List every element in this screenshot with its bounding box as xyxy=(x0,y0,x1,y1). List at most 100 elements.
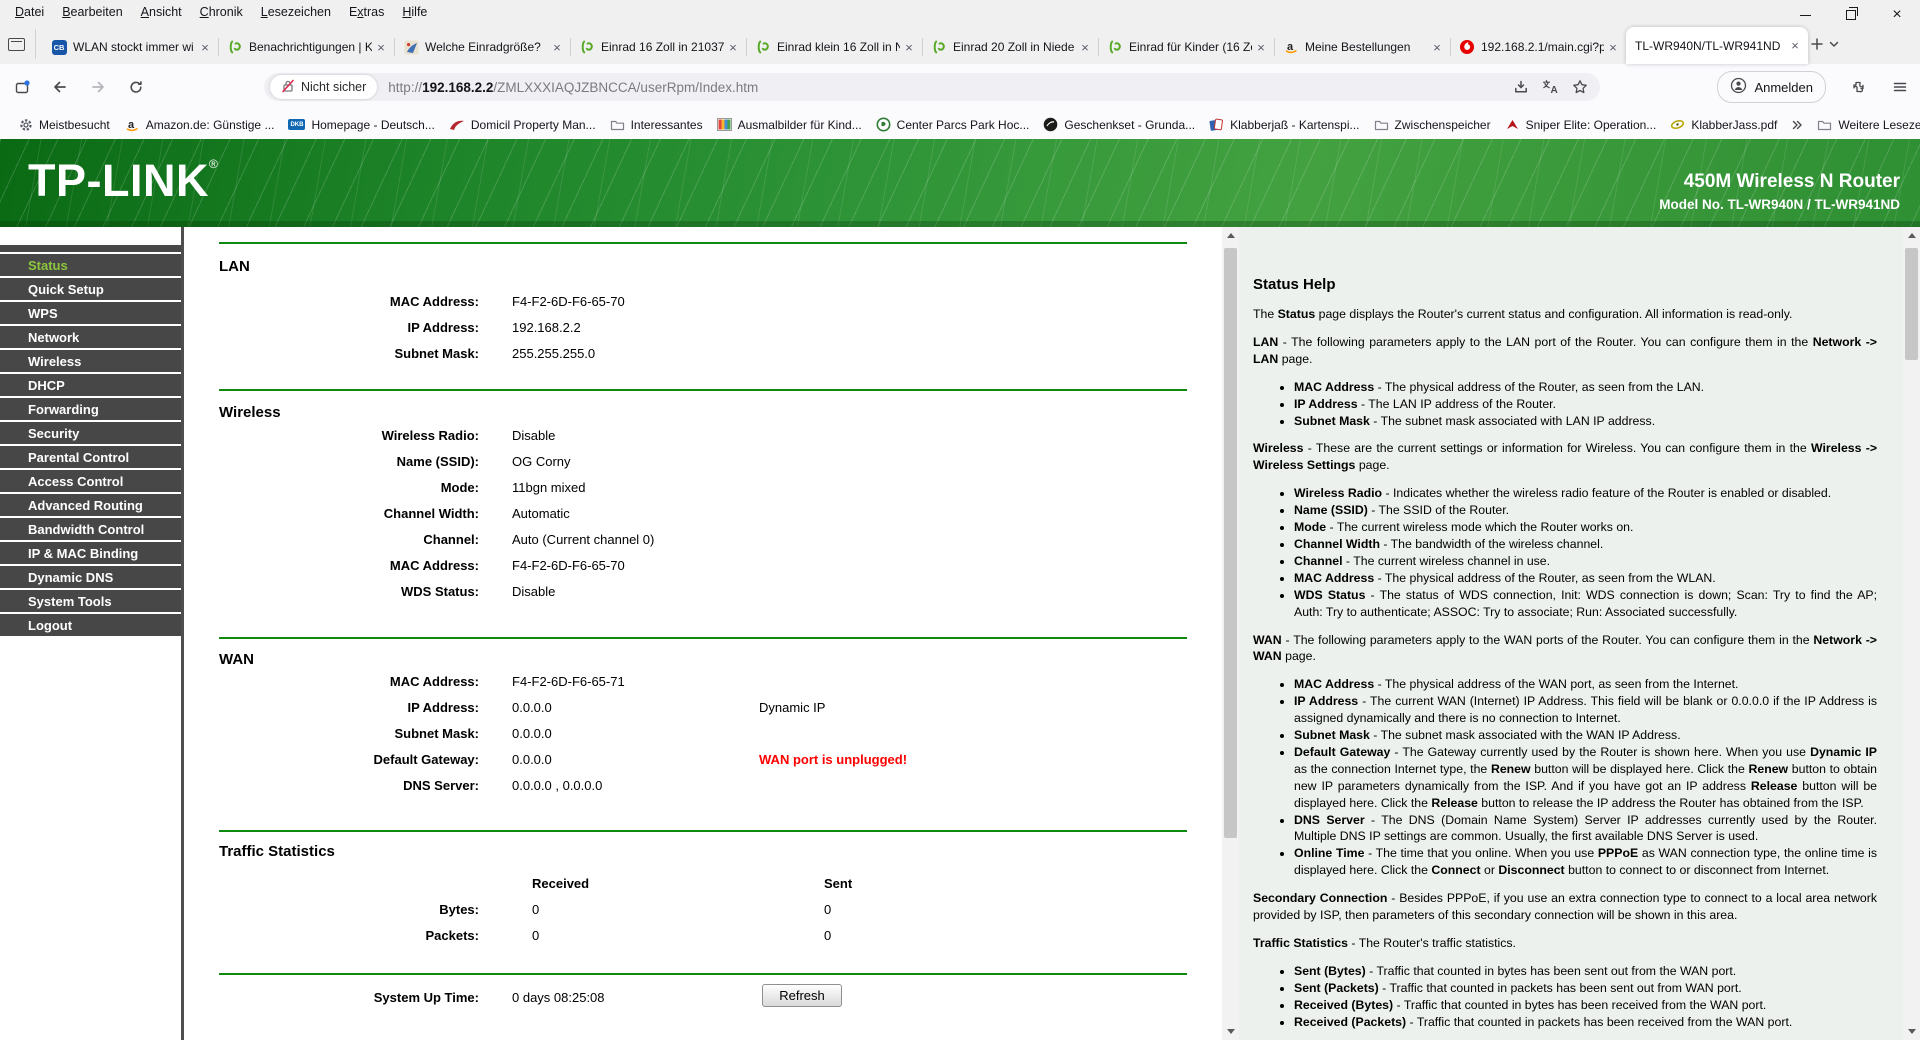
sidebar-item-wireless[interactable]: Wireless xyxy=(0,350,181,372)
list-all-tabs-button[interactable] xyxy=(1828,30,1840,58)
traffic-value-sent: 0 xyxy=(824,928,832,943)
security-chip[interactable]: Nicht sicher xyxy=(270,75,378,99)
bookmark-label: Geschenkset - Grunda... xyxy=(1064,117,1196,132)
tab-close-button[interactable]: × xyxy=(548,38,566,56)
svg-text:A: A xyxy=(1551,85,1558,95)
bookmark-homepage-deutsch[interactable]: DKB Homepage - Deutsch... xyxy=(281,115,441,135)
tab-meine-bestellungen[interactable]: a Meine Bestellungen × xyxy=(1274,30,1450,64)
menu-datei[interactable]: Datei xyxy=(6,2,53,22)
help-scrollbar[interactable] xyxy=(1903,227,1920,1040)
save-page-button[interactable] xyxy=(1513,79,1529,95)
sidebar-item-logout[interactable]: Logout xyxy=(0,614,181,636)
scrollbar-thumb[interactable] xyxy=(1224,248,1237,838)
menu-bearbeiten[interactable]: Bearbeiten xyxy=(53,2,131,22)
bookmark-star-button[interactable] xyxy=(1572,79,1588,95)
sidebar-item-ip-mac-binding[interactable]: IP & MAC Binding xyxy=(0,542,181,564)
menu-ansicht[interactable]: Ansicht xyxy=(132,2,191,22)
content-scrollbar[interactable] xyxy=(1222,227,1239,1040)
translate-button[interactable]: A xyxy=(1542,79,1559,95)
sidebar-item-wps[interactable]: WPS xyxy=(0,302,181,324)
scroll-up-button[interactable] xyxy=(1222,227,1239,244)
bookmark-interessantes[interactable]: Interessantes xyxy=(603,115,710,135)
sidebar-item-forwarding[interactable]: Forwarding xyxy=(0,398,181,420)
menu-hilfe[interactable]: Hilfe xyxy=(393,2,436,22)
tab-close-button[interactable]: × xyxy=(1428,38,1446,56)
menu-chronik[interactable]: Chronik xyxy=(191,2,252,22)
bookmark-meistbesucht[interactable]: Meistbesucht xyxy=(12,115,117,135)
field-label: MAC Address: xyxy=(389,294,479,309)
menu-extras[interactable]: Extras xyxy=(340,2,393,22)
bookmarks-overflow-button[interactable] xyxy=(1784,116,1810,134)
sidebar-item-network[interactable]: Network xyxy=(0,326,181,348)
sidebar-item-security[interactable]: Security xyxy=(0,422,181,444)
extensions-button[interactable] xyxy=(1842,71,1874,103)
sign-in-button[interactable]: Anmelden xyxy=(1717,71,1826,103)
address-bar[interactable]: Nicht sicher http://192.168.2.2/ZMLXXXIA… xyxy=(264,73,1601,101)
url-domain: 192.168.2.2 xyxy=(422,79,494,95)
translate-icon: A xyxy=(1542,79,1559,95)
refresh-button[interactable]: Refresh xyxy=(762,984,842,1007)
forward-button[interactable] xyxy=(82,71,114,103)
bookmark-center-parcs-park-hoc[interactable]: Center Parcs Park Hoc... xyxy=(869,114,1037,135)
tab-einrad-klein-16-zoll-in-n[interactable]: Einrad klein 16 Zoll in N × xyxy=(746,30,922,64)
favicon-computerbase-icon: CB xyxy=(51,39,67,55)
bookmark-klabberjass-pdf[interactable]: KlabberJass.pdf xyxy=(1663,115,1784,135)
bookmark-label: Sniper Elite: Operation... xyxy=(1525,117,1657,132)
tab-einrad-16-zoll-in-21037[interactable]: Einrad 16 Zoll in 21037 × xyxy=(570,30,746,64)
bookmark-label: Zwischenspeicher xyxy=(1394,117,1491,132)
bookmark-domicil-property-man[interactable]: Domicil Property Man... xyxy=(442,115,603,135)
minimize-button[interactable] xyxy=(1782,0,1828,30)
tab-close-button[interactable]: × xyxy=(1604,38,1622,56)
tab-close-button[interactable]: × xyxy=(1252,38,1270,56)
menu-icon xyxy=(1892,79,1908,95)
url-path: /ZMLXXXIAQJZBNCCA/userRpm/Index.htm xyxy=(493,79,759,95)
bookmark-amazon-de-g-nstige[interactable]: a Amazon.de: Günstige ... xyxy=(117,114,282,136)
tab-manager-button[interactable] xyxy=(8,29,36,59)
sidebar-item-parental-control[interactable]: Parental Control xyxy=(0,446,181,468)
restore-button[interactable] xyxy=(1828,0,1874,30)
bookmark-weitere-lesezeichen[interactable]: Weitere Lesezeichen xyxy=(1810,115,1920,135)
menu-lesezeichen[interactable]: Lesezeichen xyxy=(252,2,340,22)
tab-close-button[interactable]: × xyxy=(1076,38,1094,56)
back-button[interactable] xyxy=(44,71,76,103)
tab-close-button[interactable]: × xyxy=(372,38,390,56)
sidebar-item-system-tools[interactable]: System Tools xyxy=(0,590,181,612)
scrollbar-thumb[interactable] xyxy=(1905,248,1918,360)
sidebar: Status Quick Setup WPS Network Wireless DHCP F… xyxy=(0,227,184,1040)
close-button[interactable]: × xyxy=(1874,0,1920,30)
tab-wlan-stockt-immer-wi[interactable]: CB WLAN stockt immer wi × xyxy=(42,30,218,64)
sidebar-item-advanced-routing[interactable]: Advanced Routing xyxy=(0,494,181,516)
tab-tl-wr940n-tl-wr941nd[interactable]: TL-WR940N/TL-WR941ND × xyxy=(1626,27,1808,64)
sidebar-item-bandwidth-control[interactable]: Bandwidth Control xyxy=(0,518,181,540)
sidebar-item-access-control[interactable]: Access Control xyxy=(0,470,181,492)
status-row: Wireless Radio: Disable xyxy=(187,423,1197,449)
bookmark-ausmalbilder-f-r-kind[interactable]: Ausmalbilder für Kind... xyxy=(710,115,869,135)
scroll-down-button[interactable] xyxy=(1222,1023,1239,1040)
tab-benachrichtigungen-k[interactable]: Benachrichtigungen | K × xyxy=(218,30,394,64)
reload-button[interactable] xyxy=(120,71,152,103)
tab-192-168-2-1-main-cgi-p[interactable]: 192.168.2.1/main.cgi?p × xyxy=(1450,30,1626,64)
menu-button[interactable] xyxy=(1884,71,1916,103)
sidebar-item-dynamic-dns[interactable]: Dynamic DNS xyxy=(0,566,181,588)
scroll-up-button[interactable] xyxy=(1903,227,1920,244)
import-window-button[interactable] xyxy=(6,71,38,103)
sidebar-item-dhcp[interactable]: DHCP xyxy=(0,374,181,396)
tab-close-button[interactable]: × xyxy=(724,38,742,56)
sidebar-item-status[interactable]: Status xyxy=(0,254,181,276)
registered-mark: ® xyxy=(208,157,219,171)
tab-label: WLAN stockt immer wi xyxy=(73,40,194,54)
new-tab-button[interactable] xyxy=(1810,30,1824,58)
tab-welche-einradgr-e[interactable]: Welche Einradgröße? × xyxy=(394,30,570,64)
scroll-down-button[interactable] xyxy=(1903,1023,1920,1040)
tab-close-button[interactable]: × xyxy=(1786,37,1804,55)
bookmark-sniper-elite-operation[interactable]: Sniper Elite: Operation... xyxy=(1498,115,1664,135)
field-value: Automatic xyxy=(512,506,570,521)
tab-close-button[interactable]: × xyxy=(900,38,918,56)
tab-close-button[interactable]: × xyxy=(196,38,214,56)
bookmark-klabberja-kartenspi[interactable]: Klabberjaß - Kartenspi... xyxy=(1202,115,1366,135)
sidebar-item-quick-setup[interactable]: Quick Setup xyxy=(0,278,181,300)
bookmark-geschenkset-grunda[interactable]: Geschenkset - Grunda... xyxy=(1036,114,1202,135)
bookmark-zwischenspeicher[interactable]: Zwischenspeicher xyxy=(1367,115,1498,135)
tab-einrad-f-r-kinder-16-zo[interactable]: Einrad für Kinder (16 Zo × xyxy=(1098,30,1274,64)
tab-einrad-20-zoll-in-niede[interactable]: Einrad 20 Zoll in Niede × xyxy=(922,30,1098,64)
